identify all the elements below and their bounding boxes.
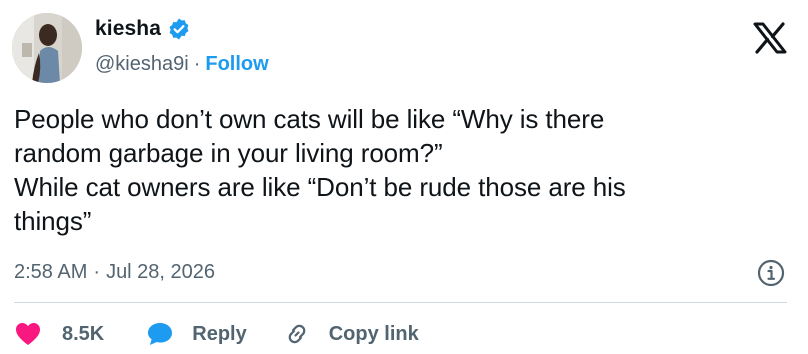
handle-row: @kiesha9i · Follow bbox=[95, 50, 269, 78]
copy-link-label: Copy link bbox=[328, 322, 419, 345]
verified-badge-icon bbox=[167, 17, 191, 41]
like-button[interactable]: 8.5K bbox=[14, 321, 104, 347]
tweet-timestamp[interactable]: 2:58 AM · Jul 28, 2026 bbox=[14, 258, 215, 286]
action-bar: 8.5K Reply Copy link bbox=[14, 318, 419, 350]
avatar[interactable] bbox=[12, 13, 82, 83]
speech-bubble-icon bbox=[146, 321, 174, 347]
author-name-row: kiesha bbox=[95, 14, 191, 44]
tweet-text: People who don’t own cats will be like “… bbox=[14, 104, 626, 236]
divider bbox=[14, 302, 787, 303]
heart-icon bbox=[14, 321, 42, 347]
x-logo-icon[interactable] bbox=[750, 18, 790, 58]
display-name[interactable]: kiesha bbox=[95, 17, 161, 41]
reply-label: Reply bbox=[192, 322, 247, 345]
copy-link-button[interactable]: Copy link bbox=[283, 320, 419, 348]
timestamp-separator: · bbox=[93, 260, 101, 283]
tweet-card: kiesha @kiesha9i · Follow People who don… bbox=[0, 0, 808, 354]
follow-button[interactable]: Follow bbox=[205, 53, 268, 76]
like-count: 8.5K bbox=[62, 322, 105, 345]
handle[interactable]: @kiesha9i bbox=[95, 53, 189, 76]
info-icon[interactable] bbox=[756, 258, 786, 288]
tweet-time[interactable]: 2:58 AM bbox=[14, 261, 87, 284]
handle-separator: · bbox=[193, 52, 201, 75]
reply-button[interactable]: Reply bbox=[146, 321, 247, 347]
tweet-date[interactable]: Jul 28, 2026 bbox=[106, 261, 215, 284]
link-icon bbox=[283, 320, 311, 348]
